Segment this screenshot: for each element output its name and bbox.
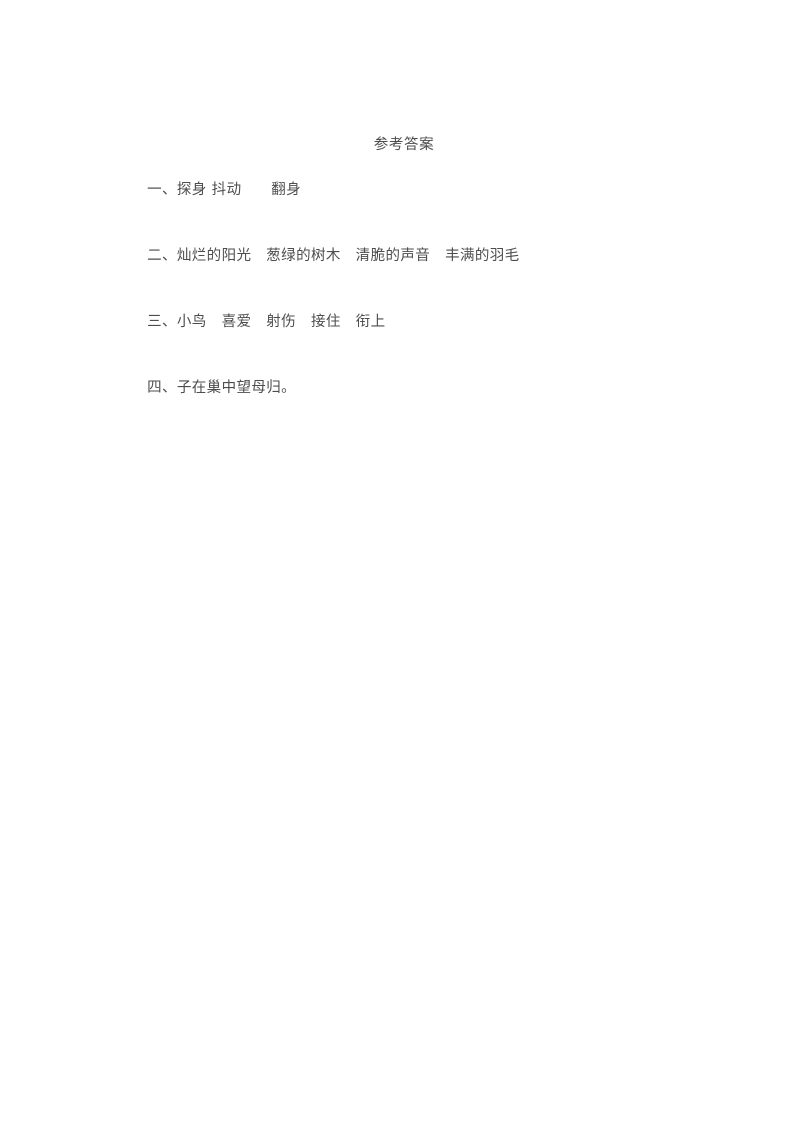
answer-line-3: 三、小鸟 喜爱 射伤 接住 衔上	[117, 289, 757, 355]
answer-line-2: 二、灿烂的阳光 葱绿的树木 清脆的声音 丰满的羽毛	[117, 223, 757, 289]
answer-index-3: 三、	[147, 314, 177, 330]
answer-index-2: 二、	[147, 248, 177, 264]
answer-index-1: 一、	[147, 182, 177, 198]
answer-content-2: 灿烂的阳光 葱绿的树木 清脆的声音 丰满的羽毛	[176, 248, 520, 264]
answer-content-4: 子在巢中望母归。	[176, 380, 297, 396]
answer-line-4: 四、子在巢中望母归。	[117, 355, 757, 421]
page-title: 参考答案	[373, 137, 435, 153]
answer-list: 一、探身 抖动 翻身 二、灿烂的阳光 葱绿的树木 清脆的声音 丰满的羽毛 三、小…	[117, 157, 757, 421]
answer-content-1: 探身 抖动 翻身	[176, 182, 302, 198]
answer-index-4: 四、	[147, 380, 177, 396]
document-page: 参考答案 一、探身 抖动 翻身 二、灿烂的阳光 葱绿的树木 清脆的声音 丰满的羽…	[0, 0, 794, 1123]
answer-line-1: 一、探身 抖动 翻身	[117, 157, 757, 223]
answer-content-3: 小鸟 喜爱 射伤 接住 衔上	[176, 314, 386, 330]
